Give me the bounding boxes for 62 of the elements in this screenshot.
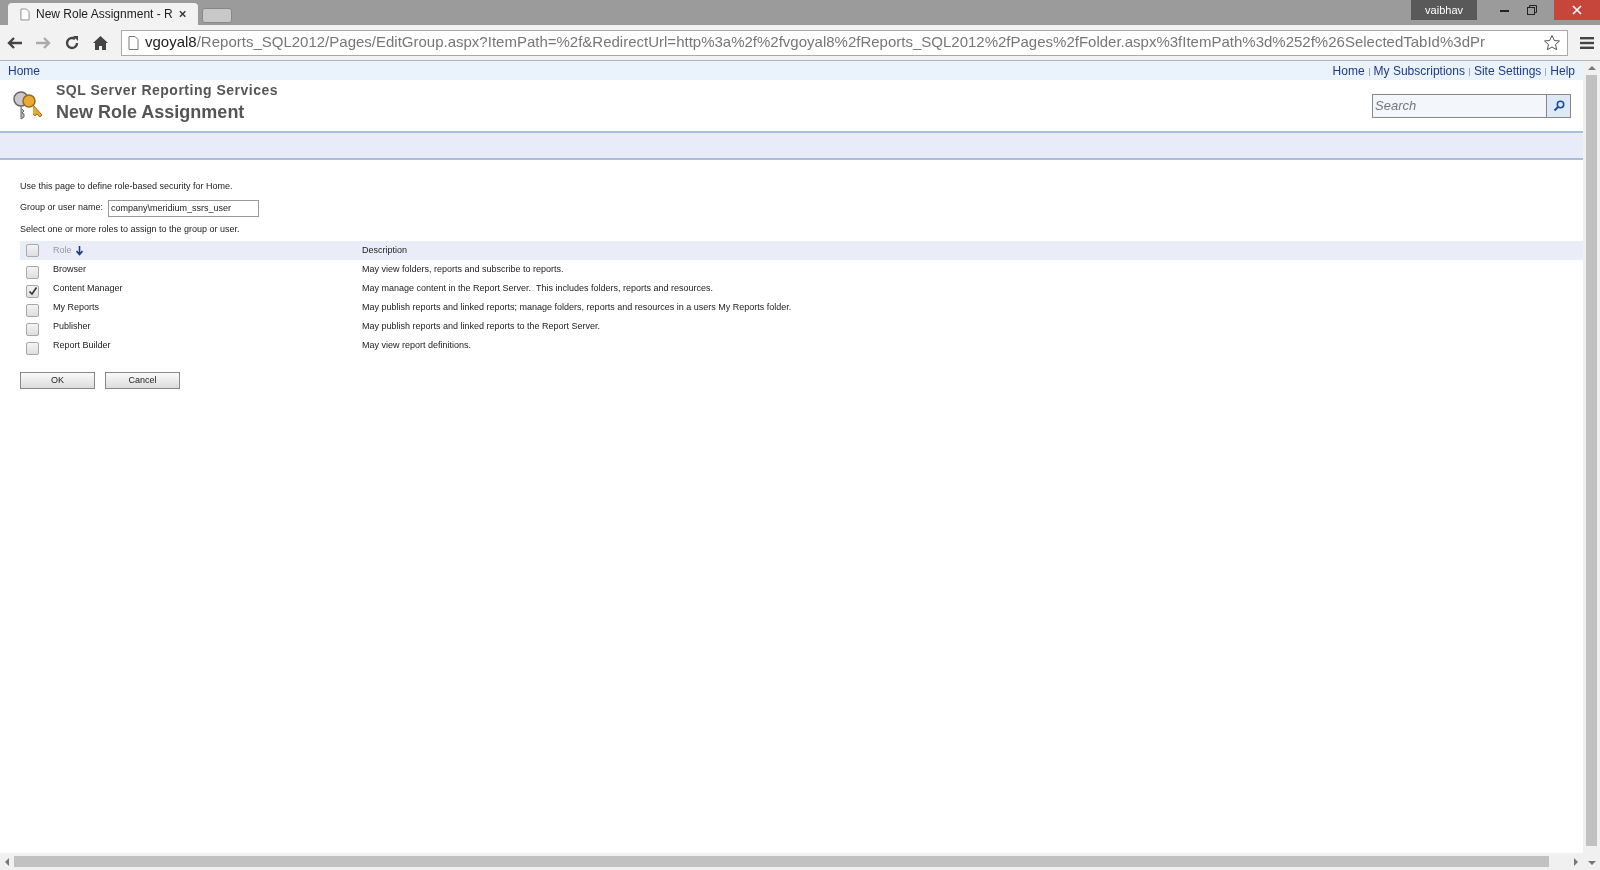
- intro-text: Use this page to define role-based security for Home.: [20, 180, 234, 193]
- minimize-icon[interactable]: [1500, 8, 1509, 12]
- horizontal-scrollbar[interactable]: [0, 853, 1583, 870]
- role-description: May view report definitions.: [362, 338, 472, 352]
- field-label: Group or user name:: [20, 201, 104, 215]
- role-description: May publish reports and linked reports to the Report Server.: [362, 319, 601, 333]
- search-button[interactable]: [1547, 93, 1571, 118]
- role-name: My Reports: [53, 300, 100, 314]
- scrollbar-thumb[interactable]: [1586, 75, 1597, 846]
- checkbox[interactable]: [26, 322, 39, 336]
- instruction-text: Select one or more roles to assign to the group or user.: [20, 222, 241, 236]
- checkbox[interactable]: [26, 284, 39, 298]
- role-description: May publish reports and linked reports; manage folders, reports and resources in a users My Reports folder.: [362, 300, 792, 314]
- vertical-scrollbar[interactable]: [1583, 61, 1600, 870]
- close-icon[interactable]: [178, 10, 186, 18]
- checkbox[interactable]: [26, 265, 39, 279]
- checkbox[interactable]: [26, 244, 39, 257]
- role-description: May manage content in the Report Server. This includes folders, reports and resources.: [362, 281, 713, 295]
- close-window-button[interactable]: [1554, 0, 1600, 20]
- scroll-up-icon[interactable]: [1587, 65, 1596, 71]
- keys-icon: [12, 88, 44, 123]
- scrollbar-thumb[interactable]: [14, 856, 1549, 867]
- scroll-down-icon[interactable]: [1587, 860, 1596, 866]
- nav-link[interactable]: Site Settings: [1473, 61, 1542, 80]
- page-icon: [128, 35, 139, 50]
- role-name: Publisher: [53, 319, 92, 333]
- url-text: vgoyal8/Reports_SQL2012/Pages/EditGroup.aspx?ItemPath=%2f&RedirectUrl=http%3a%2f%2fvgoyal8%2fReports_SQL2012%2fPages%2fFolder.aspx%3fItemPath%3d%252f%26SelectedTabId%3dPr: [145, 32, 1485, 53]
- address-bar[interactable]: vgoyal8/Reports_SQL2012/Pages/EditGroup.aspx?ItemPath=%2f&RedirectUrl=http%3a%2f%2fvgoyal8%2fReports_SQL2012%2fPages%2fFolder.aspx%3fItemPath%3d%252f%26SelectedTabId%3dPr: [121, 29, 1568, 56]
- column-header: Description: [362, 243, 408, 257]
- role-description: May view folders, reports and subscribe to reports.: [362, 262, 564, 276]
- profile-name[interactable]: vaibhav: [1411, 0, 1477, 20]
- home-icon[interactable]: [92, 34, 109, 51]
- star-icon[interactable]: [1543, 33, 1561, 52]
- forward-icon[interactable]: [34, 34, 52, 51]
- new-tab-button[interactable]: [202, 8, 232, 23]
- nav-link[interactable]: My Subscriptions: [1373, 61, 1465, 80]
- search-icon: [1552, 99, 1565, 112]
- scroll-left-icon[interactable]: [4, 857, 10, 866]
- close-icon: [1572, 5, 1582, 15]
- checkbox[interactable]: [26, 303, 39, 317]
- sort-arrow-icon: [75, 245, 83, 256]
- reload-icon[interactable]: [64, 34, 80, 51]
- browser-tab[interactable]: New Role Assignment - R: [8, 3, 198, 25]
- restore-icon[interactable]: [1527, 5, 1537, 15]
- nav-link[interactable]: Help: [1550, 61, 1575, 80]
- page-title: New Role Assignment: [56, 101, 246, 123]
- role-name: Browser: [53, 262, 87, 276]
- product-name: SQL Server Reporting Services: [56, 81, 278, 100]
- user-name-field[interactable]: company\meridium_ssrs_user: [108, 199, 260, 217]
- breadcrumb-link[interactable]: Home: [8, 61, 40, 80]
- dialog-button[interactable]: Cancel: [105, 372, 180, 389]
- nav-link[interactable]: Home: [1332, 61, 1365, 80]
- menu-icon[interactable]: [1580, 36, 1594, 49]
- dialog-button[interactable]: OK: [20, 372, 95, 389]
- scroll-right-icon[interactable]: [1573, 857, 1579, 866]
- role-name: Report Builder: [53, 338, 112, 352]
- checkbox[interactable]: [26, 341, 39, 355]
- page-icon: [20, 7, 30, 21]
- search-field[interactable]: Search: [1372, 93, 1547, 118]
- tab-title: New Role Assignment - R: [36, 6, 173, 23]
- back-icon[interactable]: [6, 34, 24, 51]
- role-name: Content Manager: [53, 281, 124, 295]
